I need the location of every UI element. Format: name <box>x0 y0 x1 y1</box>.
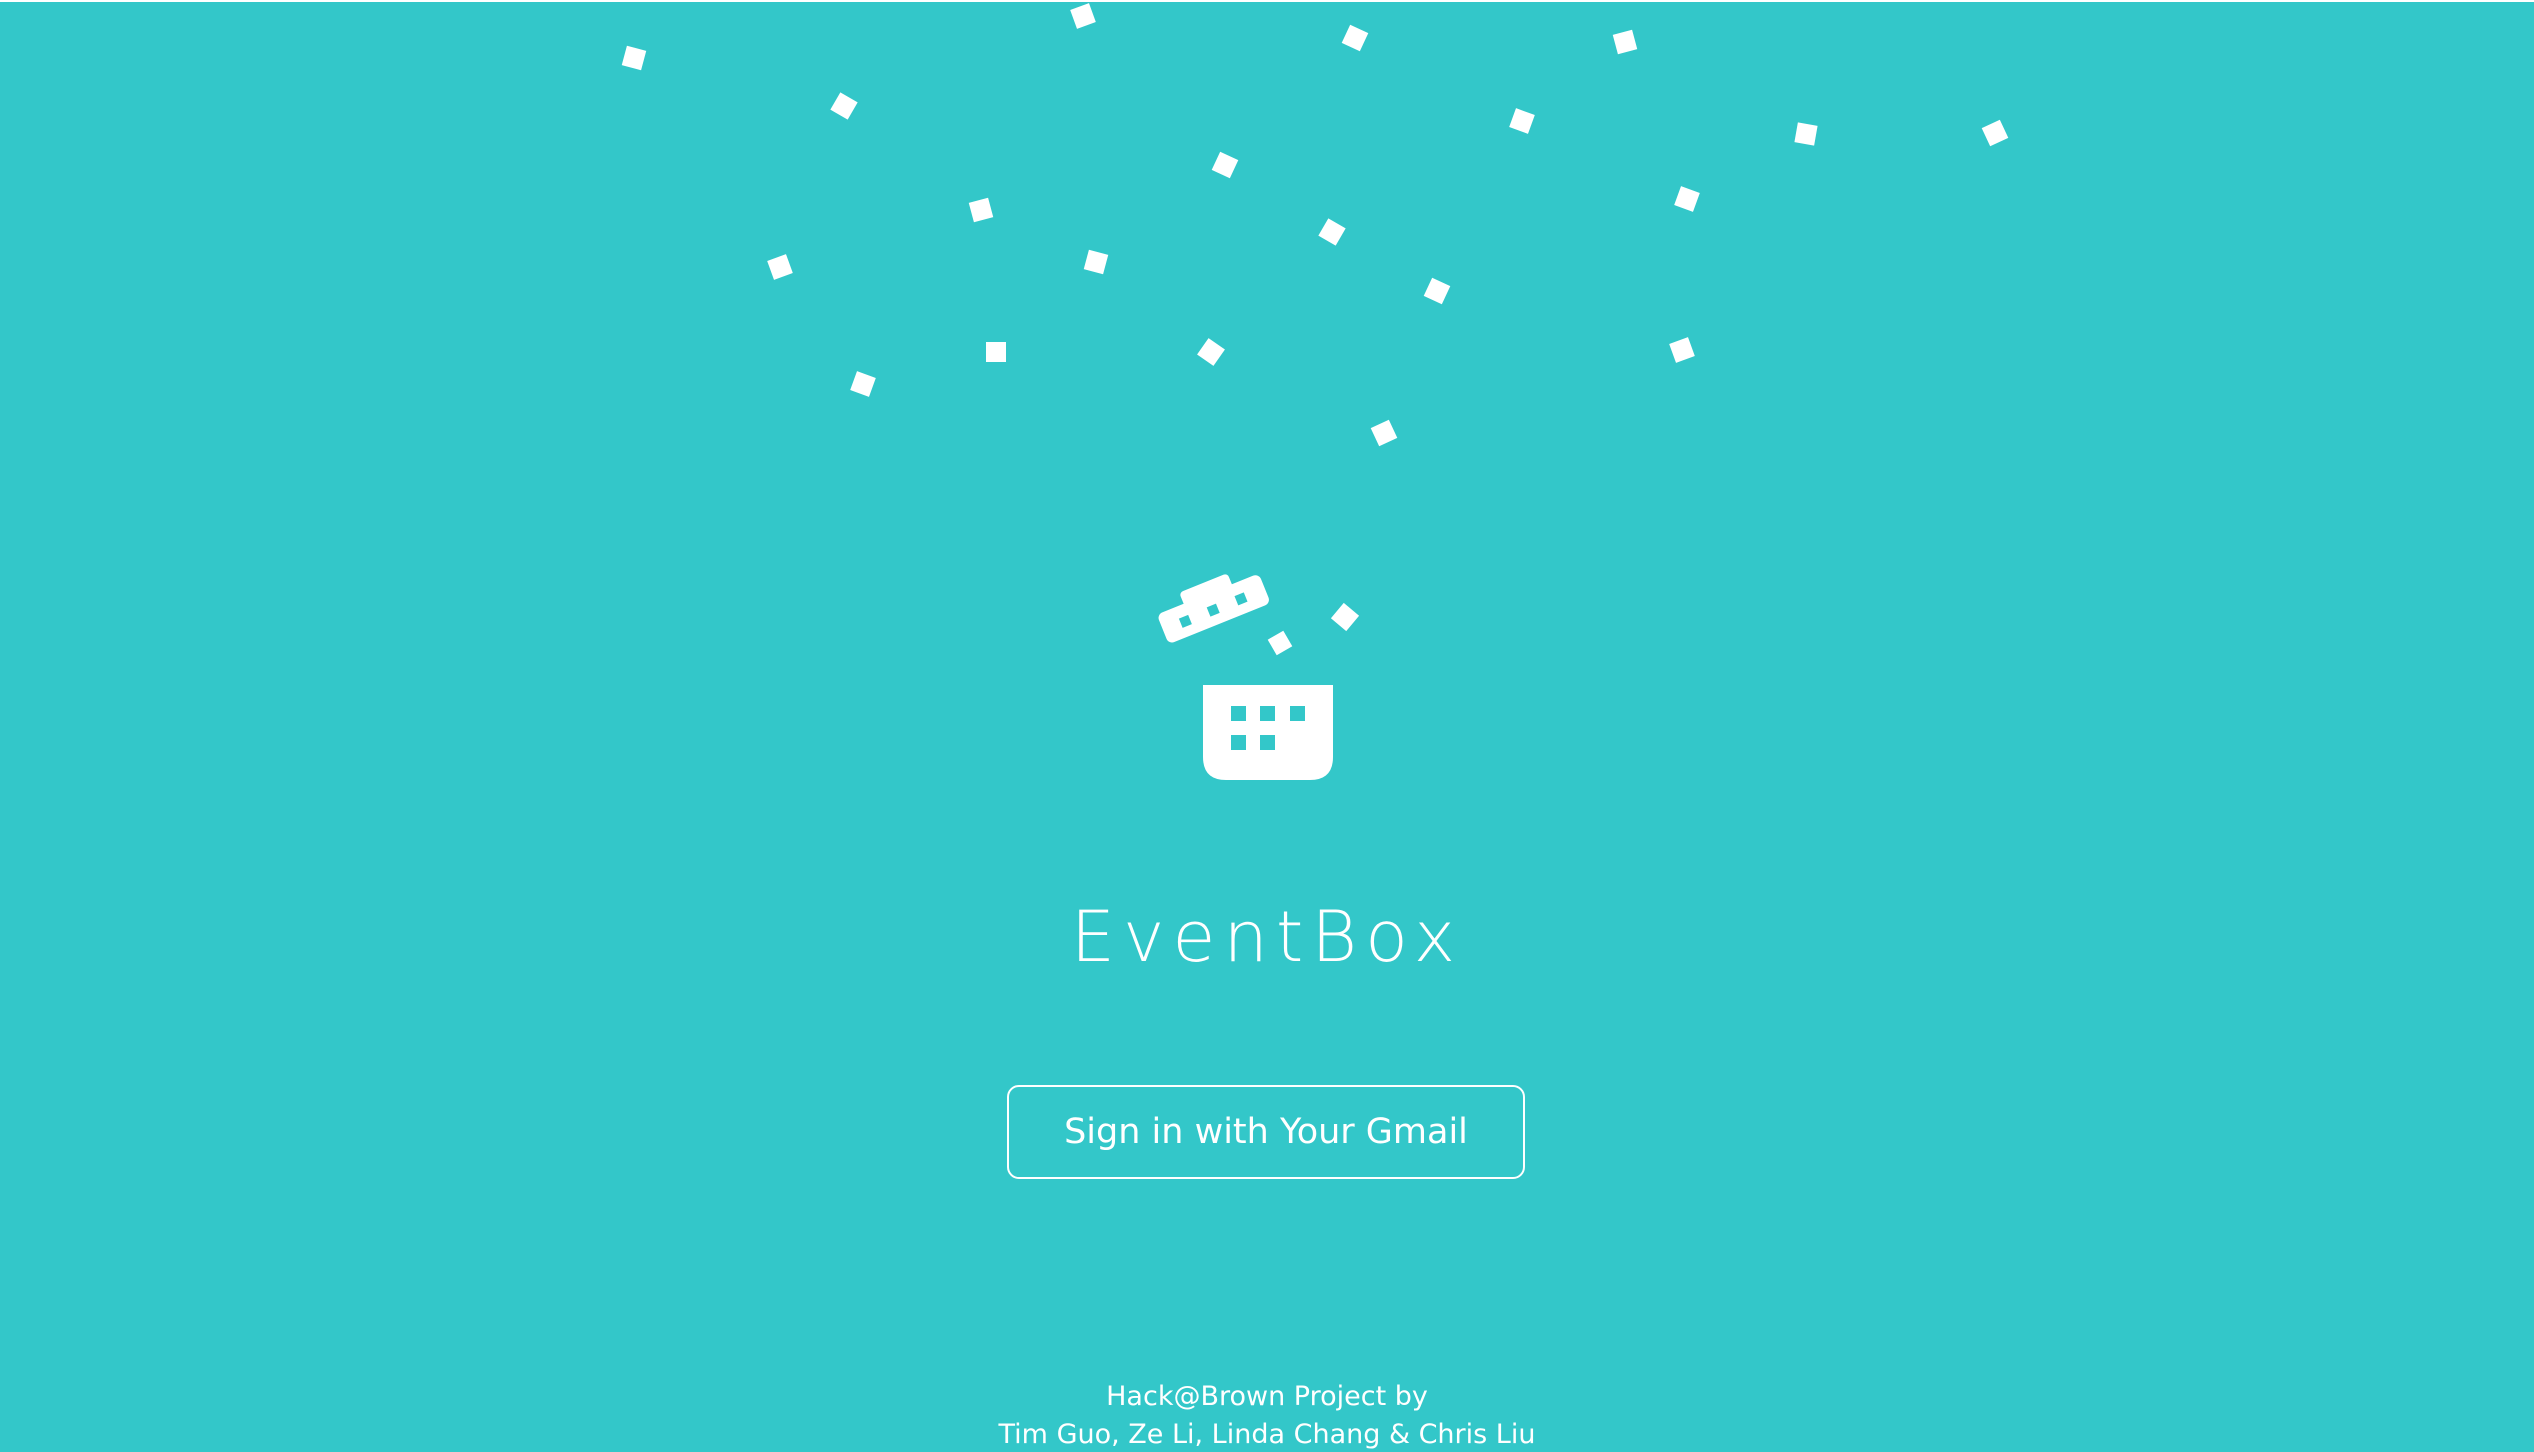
box-lid-icon <box>1158 574 1269 643</box>
confetti-square-icon <box>1083 249 1109 275</box>
confetti-square-icon <box>830 92 858 120</box>
confetti-square-icon <box>986 342 1006 362</box>
confetti-square-icon <box>1197 338 1225 366</box>
confetti-square-icon <box>1318 218 1346 246</box>
open-gift-box-calendar-icon <box>1158 574 1360 780</box>
confetti-square-icon <box>850 371 876 397</box>
calendar-box-icon <box>1203 685 1333 780</box>
confetti-square-icon <box>1341 24 1369 52</box>
landing-page: EventBox Sign in with Your Gmail Hack@Br… <box>0 0 2534 1452</box>
confetti-square-icon <box>1509 108 1535 134</box>
confetti-square-icon <box>1794 122 1818 146</box>
footer-project-line: Hack@Brown Project by <box>1106 1381 1428 1412</box>
confetti-square-icon <box>1370 419 1398 447</box>
credits-footer: Hack@Brown Project by Tim Guo, Ze Li, Li… <box>0 1378 2534 1452</box>
flying-confetti-icon <box>1267 630 1293 656</box>
app-title: EventBox <box>1070 896 1464 978</box>
confetti-square-icon <box>1674 186 1700 212</box>
confetti-square-icon <box>1423 277 1451 305</box>
confetti-square-icon <box>1669 337 1695 363</box>
confetti-square-icon <box>1070 3 1096 29</box>
confetti-square-icon <box>1981 119 2009 147</box>
confetti-square-icon <box>968 197 994 223</box>
confetti-square-icon <box>621 45 647 71</box>
confetti-icon <box>621 3 2009 447</box>
confetti-square-icon <box>1612 29 1638 55</box>
confetti-square-icon <box>767 254 793 280</box>
confetti-square-icon <box>1211 151 1239 179</box>
gmail-signin-button[interactable]: Sign in with Your Gmail <box>1007 1085 1525 1179</box>
footer-authors-line: Tim Guo, Ze Li, Linda Chang & Chris Liu <box>998 1419 1536 1450</box>
flying-confetti-icon <box>1330 602 1360 632</box>
